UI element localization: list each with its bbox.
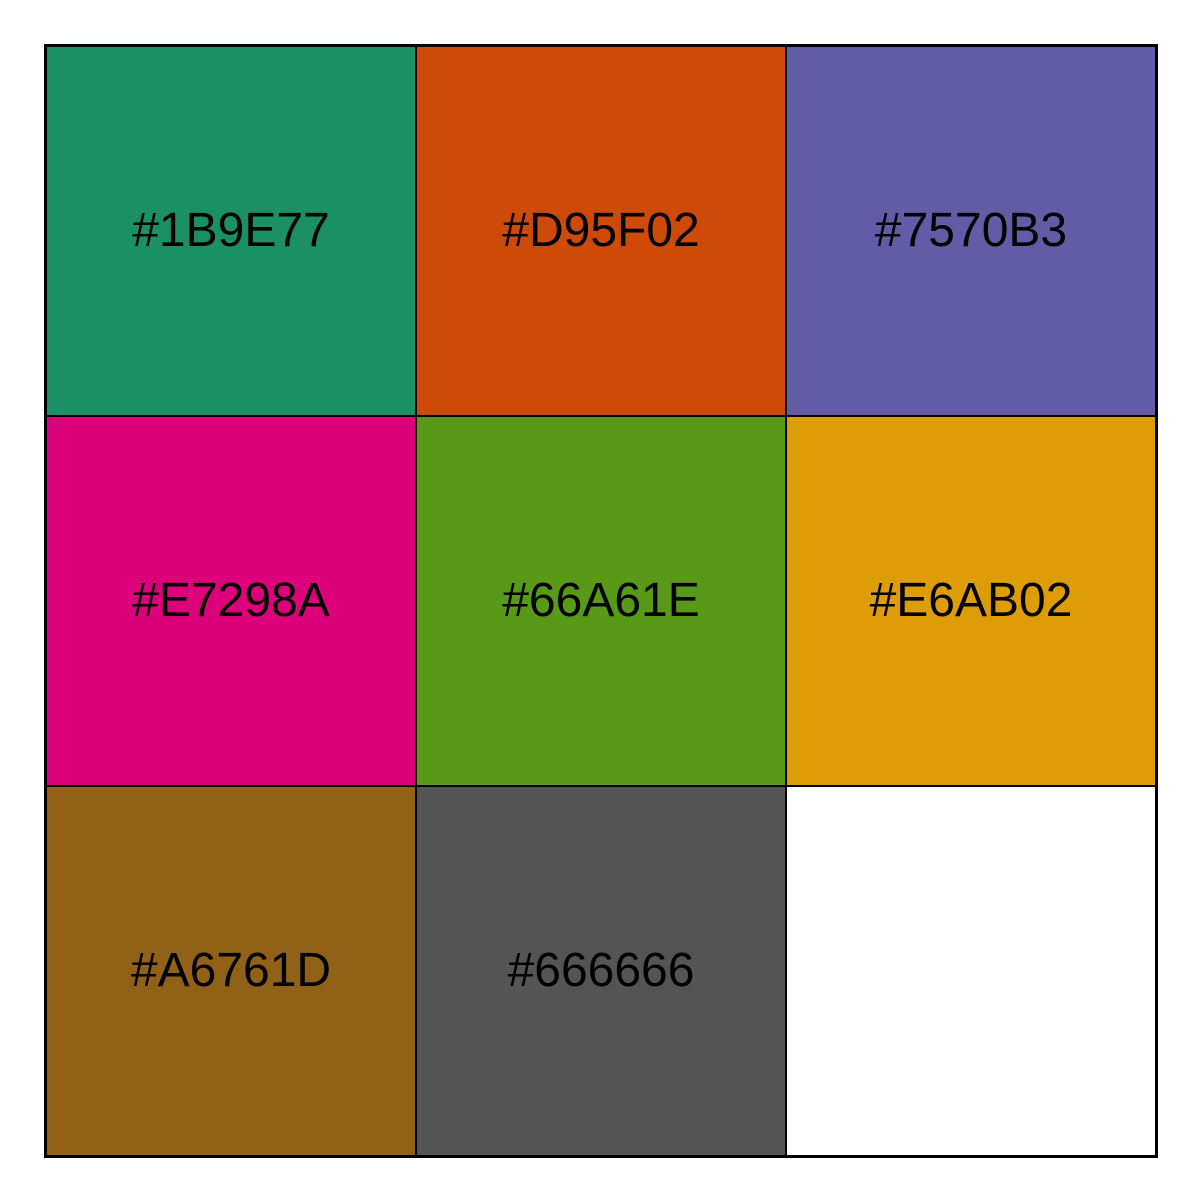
- swatch-label: #1B9E77: [132, 204, 330, 257]
- swatch-label: #E7298A: [132, 574, 330, 627]
- swatch-cell: #E7298A: [46, 416, 416, 786]
- swatch-cell: #66A61E: [416, 416, 786, 786]
- swatch-cell: #1B9E77: [46, 46, 416, 416]
- swatch-label: #666666: [507, 944, 695, 997]
- swatch-label: #A6761D: [130, 944, 332, 997]
- swatch-label: #D95F02: [502, 204, 700, 257]
- empty-swatch-cell: [786, 786, 1156, 1156]
- swatch-cell: #A6761D: [46, 786, 416, 1156]
- color-palette-grid: #1B9E77 #D95F02 #7570B3 #E7298A #66A61E …: [44, 44, 1158, 1158]
- swatch-label: #66A61E: [502, 574, 700, 627]
- swatch-cell: #666666: [416, 786, 786, 1156]
- swatch-label: #E6AB02: [869, 574, 1073, 627]
- swatch-label: #7570B3: [874, 204, 1068, 257]
- swatch-cell: #7570B3: [786, 46, 1156, 416]
- swatch-cell: #D95F02: [416, 46, 786, 416]
- swatch-cell: #E6AB02: [786, 416, 1156, 786]
